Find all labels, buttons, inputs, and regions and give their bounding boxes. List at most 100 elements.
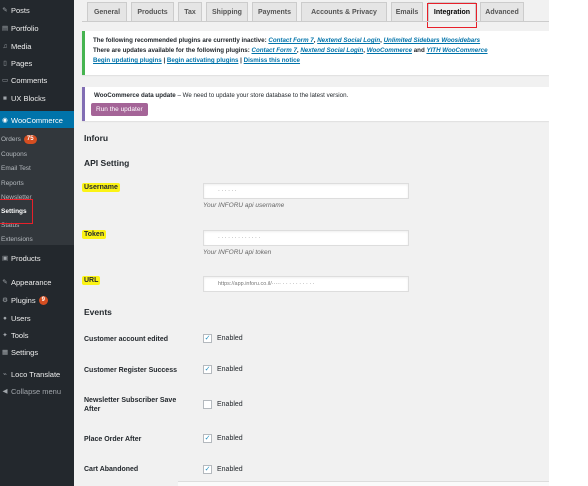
link-update-contact-form-7[interactable]: Contact Form 7 (252, 47, 297, 54)
comments-icon: ▭ (2, 77, 9, 84)
menu-portfolio[interactable]: ▤ Portfolio (0, 19, 74, 37)
tab-emails[interactable]: Emails (391, 2, 423, 21)
events-heading: Events (84, 307, 112, 317)
tab-advanced[interactable]: Advanced (480, 2, 524, 21)
username-input[interactable]: · · · · · · (203, 183, 409, 199)
event-label-place-order: Place Order After (84, 436, 142, 443)
submenu-extensions[interactable]: Extensions (0, 232, 74, 246)
menu-media[interactable]: ♫ Media (0, 37, 74, 55)
link-unlimited-sidebars[interactable]: Unlimited Sidebars Woosidebars (384, 37, 481, 44)
submenu-orders[interactable]: Orders 75 (0, 132, 74, 146)
submenu-email-test[interactable]: Email Test (0, 161, 74, 175)
collapse-icon: ◀ (2, 388, 8, 395)
submenu-newsletter[interactable]: Newsletter (0, 190, 74, 204)
tab-general[interactable]: General (87, 2, 127, 21)
run-updater-button[interactable]: Run the updater (91, 103, 148, 116)
appearance-icon: ✎ (2, 279, 8, 286)
link-nextend-social-login[interactable]: Nextend Social Login (317, 37, 380, 44)
username-description: Your INFORU api username (203, 202, 285, 209)
menu-pages[interactable]: ▯ Pages (0, 54, 74, 72)
begin-activating-link[interactable]: Begin activating plugins (167, 57, 239, 64)
menu-posts[interactable]: ✎ Posts (0, 1, 74, 19)
media-icon: ♫ (2, 42, 8, 50)
tab-payments[interactable]: Payments (252, 2, 297, 21)
event-toggle-account-edited[interactable]: ✓ Enabled (203, 334, 243, 343)
pages-icon: ▯ (3, 60, 7, 67)
menu-appearance[interactable]: ✎ Appearance (0, 273, 74, 291)
notice-line-1: The following recommended plugins are cu… (93, 37, 481, 44)
link-contact-form-7[interactable]: Contact Form 7 (268, 37, 313, 44)
woocommerce-update-notice: WooCommerce data update – We need to upd… (82, 87, 549, 121)
menu-plugins[interactable]: ⚙ Plugins 9 (0, 291, 74, 309)
outer-margin (549, 0, 588, 486)
username-label: Username (82, 183, 120, 192)
event-label-register-success: Customer Register Success (84, 367, 177, 374)
tab-accounts-privacy[interactable]: Accounts & Privacy (301, 2, 387, 21)
tab-shipping[interactable]: Shipping (206, 2, 248, 21)
checkbox-checked[interactable]: ✓ (203, 434, 212, 443)
event-label-cart-abandoned: Cart Abandoned (84, 466, 139, 473)
menu-comments[interactable]: ▭ Comments (0, 71, 74, 89)
token-label: Token (82, 230, 107, 239)
submenu-status[interactable]: Status (0, 218, 74, 232)
event-label-account-edited: Customer account edited (84, 336, 169, 343)
url-input[interactable]: https://app.inforu.co.il/····· · · · · ·… (203, 276, 409, 292)
menu-users[interactable]: ● Users (0, 309, 74, 327)
section-title: Inforu (84, 133, 109, 143)
portfolio-icon: ▤ (2, 25, 9, 32)
token-input[interactable]: · · · · · · · · · · · · · (203, 230, 409, 246)
plugins-count-badge: 9 (38, 295, 48, 305)
bottom-panel-edge (178, 481, 549, 486)
checkbox-checked[interactable]: ✓ (203, 365, 212, 374)
tab-products[interactable]: Products (131, 2, 174, 21)
collapse-menu-button[interactable]: ◀ Collapse menu (0, 382, 74, 400)
menu-settings[interactable]: ▦ Settings (0, 343, 74, 361)
admin-sidebar: ✎ Posts ▤ Portfolio ♫ Media ▯ Pages ▭ Comment… (0, 0, 74, 486)
settings-icon: ▦ (2, 349, 9, 356)
menu-woocommerce[interactable]: ◉ WooCommerce (0, 111, 74, 129)
link-update-nextend[interactable]: Nextend Social Login (300, 47, 363, 54)
orders-count-badge: 75 (23, 134, 37, 144)
event-toggle-place-order[interactable]: ✓ Enabled (203, 434, 243, 443)
tab-tax[interactable]: Tax (178, 2, 202, 21)
username-highlight: Username (82, 183, 120, 192)
tools-icon: ✦ (2, 332, 8, 339)
begin-updating-link[interactable]: Begin updating plugins (93, 57, 162, 64)
notice-line-2: There are updates available for the foll… (93, 47, 488, 54)
tabs-divider (82, 21, 549, 22)
url-label: URL (82, 276, 101, 285)
users-icon: ● (3, 314, 7, 322)
link-update-yith[interactable]: YITH WooCommerce (426, 47, 487, 54)
token-description: Your INFORU api token (203, 249, 272, 256)
submenu-settings[interactable]: Settings (0, 204, 74, 218)
checkbox-checked[interactable]: ✓ (203, 465, 212, 474)
api-setting-heading: API Setting (84, 158, 130, 168)
url-highlight: URL (82, 276, 101, 285)
menu-loco-translate[interactable]: ⌁ Loco Translate (0, 365, 74, 383)
blocks-icon: ■ (3, 94, 7, 102)
checkbox-unchecked[interactable] (203, 400, 212, 409)
menu-tools[interactable]: ✦ Tools (0, 326, 74, 344)
tab-integration[interactable]: Integration (428, 2, 476, 21)
plugins-icon: ⚙ (2, 297, 8, 304)
event-toggle-register-success[interactable]: ✓ Enabled (203, 365, 243, 374)
menu-ux-blocks[interactable]: ■ UX Blocks (0, 89, 74, 107)
notice-line-3: Begin updating plugins | Begin activatin… (93, 57, 301, 64)
menu-products[interactable]: ▣ Products (0, 249, 74, 267)
submenu-reports[interactable]: Reports (0, 176, 74, 190)
event-toggle-newsletter-save[interactable]: Enabled (203, 400, 243, 409)
woocommerce-submenu: Orders 75 Coupons Email Test Reports News… (0, 128, 74, 245)
dismiss-notice-link[interactable]: Dismiss this notice (244, 57, 300, 64)
translate-icon: ⌁ (3, 371, 7, 378)
submenu-coupons[interactable]: Coupons (0, 147, 74, 161)
plugins-notice: The following recommended plugins are cu… (82, 31, 549, 75)
woo-icon: ◉ (2, 117, 8, 124)
event-toggle-cart-abandoned[interactable]: ✓ Enabled (203, 465, 243, 474)
token-highlight: Token (82, 230, 107, 239)
settings-content: General Products Tax Shipping Payments A… (74, 0, 549, 486)
event-label-newsletter-save: Newsletter Subscriber Save After (84, 397, 177, 413)
checkbox-checked[interactable]: ✓ (203, 334, 212, 343)
link-update-woocommerce[interactable]: WooCommerce (367, 47, 412, 54)
products-icon: ▣ (2, 255, 9, 262)
pin-icon: ✎ (2, 7, 8, 14)
